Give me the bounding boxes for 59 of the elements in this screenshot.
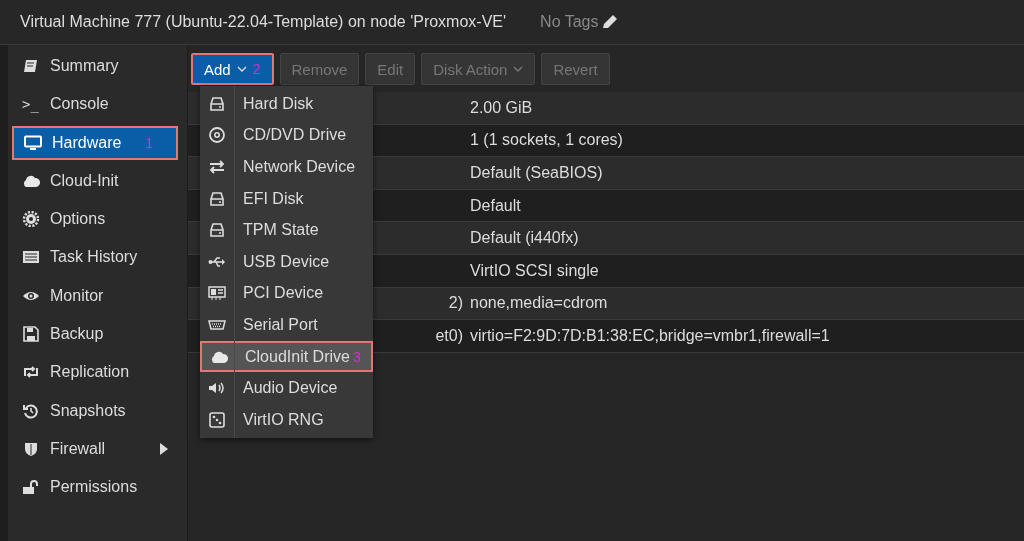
hard-disk-icon	[208, 95, 226, 112]
menu-item[interactable]: CD/DVD Drive	[200, 119, 373, 152]
disc-icon	[208, 127, 226, 144]
settings-icon	[22, 211, 40, 228]
menu-item[interactable]: EFI Disk	[200, 182, 373, 215]
pencil-icon	[601, 14, 620, 30]
menu-item[interactable]: TPM State	[200, 214, 373, 246]
caret-icon	[236, 66, 247, 72]
tags-button[interactable]: No Tags	[540, 13, 620, 31]
menu-item[interactable]: CloudInit Drive 3	[200, 340, 373, 373]
exchange-icon	[208, 159, 226, 175]
sidebar-item[interactable]: Summary	[12, 49, 178, 83]
table-cell: et0)	[435, 326, 463, 344]
window-title: Virtual Machine 777 (Ubuntu-22.04-Template) on node 'Proxmox-VE'	[20, 13, 507, 31]
sidebar-item[interactable]: Cloud-Init	[12, 163, 178, 198]
dice-icon	[208, 411, 226, 428]
menu-item[interactable]: PCI Device	[200, 277, 373, 310]
menu-item[interactable]: Network Device	[200, 151, 373, 183]
table-cell-text: 2.00 GiB	[469, 98, 533, 117]
terminal-icon: >_	[22, 96, 40, 113]
sidebar-item[interactable]: Options	[12, 202, 178, 237]
menu-item[interactable]: Audio Device	[200, 372, 373, 404]
book-icon	[22, 58, 40, 74]
list-icon	[22, 249, 40, 266]
table-cell-text: VirtIO SCSI single	[469, 261, 599, 280]
table-cell-text: virtio=F2:9D:7D:B1:38:EC,bridge=vmbr1,firewall=1	[469, 326, 830, 345]
sidebar-item[interactable]: Snapshots	[12, 393, 178, 428]
expand-arrow-icon[interactable]	[160, 442, 168, 455]
shield-icon	[22, 440, 40, 457]
sidebar-item[interactable]: Task History	[12, 240, 178, 275]
pci-card-icon	[208, 285, 226, 302]
menu-item[interactable]: USB Device	[200, 245, 373, 278]
history-icon	[22, 402, 40, 419]
sidebar-item[interactable]: Permissions	[12, 470, 178, 505]
table-cell: 2)	[448, 294, 463, 312]
toolbar-button[interactable]: Add 2	[191, 53, 274, 85]
menu-item[interactable]: Serial Port	[200, 309, 373, 341]
annotation-number: 2	[252, 61, 261, 77]
hard-disk-icon	[208, 190, 226, 207]
table-cell-text: Default (SeaBIOS)	[469, 164, 603, 182]
table-cell-text: Default	[469, 196, 521, 215]
floppy-icon	[22, 326, 40, 343]
hard-disk-icon	[208, 222, 226, 239]
sidebar-item[interactable]: >_ Console	[12, 87, 178, 122]
sidebar-item[interactable]: Backup	[12, 317, 178, 352]
sidebar-item[interactable]: Hardware 1	[12, 125, 178, 160]
annotation-number: 3	[352, 348, 361, 365]
sidebar-item[interactable]: Replication	[12, 355, 178, 390]
monitor-icon	[24, 134, 42, 151]
menu-item[interactable]: VirtIO RNG	[200, 403, 373, 436]
caret-icon	[513, 66, 524, 72]
unlock-icon	[22, 479, 40, 496]
sidebar-item[interactable]: Firewall	[12, 431, 178, 466]
annotation-number: 1	[145, 134, 154, 151]
table-cell-text: none,media=cdrom	[469, 294, 608, 313]
menu-item[interactable]: Hard Disk	[200, 88, 373, 120]
sidebar-item[interactable]: Monitor	[12, 278, 178, 313]
table-cell-text: Default (i440fx)	[469, 229, 579, 248]
table-cell-text: 1 (1 sockets, 1 cores)	[469, 131, 623, 150]
